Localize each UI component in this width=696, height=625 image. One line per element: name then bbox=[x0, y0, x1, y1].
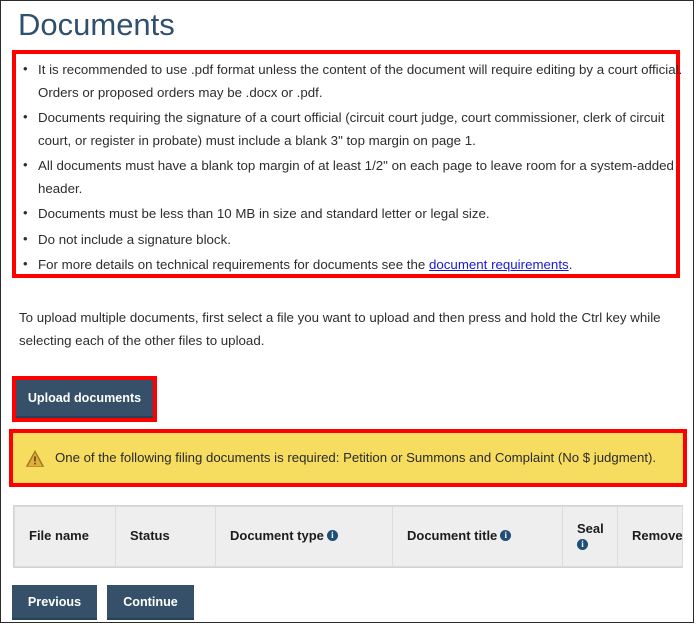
column-label: Document type bbox=[230, 528, 324, 543]
column-header-seal: Seal bbox=[562, 506, 618, 567]
column-label: File name bbox=[29, 528, 89, 543]
page-title: Documents bbox=[18, 7, 175, 42]
guideline-item: Documents must be less than 10 MB in siz… bbox=[23, 202, 692, 226]
column-header-document-type: Document type bbox=[215, 506, 393, 567]
column-label: Remove bbox=[632, 528, 683, 543]
guideline-item: Documents requiring the signature of a c… bbox=[23, 106, 692, 152]
previous-button[interactable]: Previous bbox=[12, 585, 97, 620]
info-icon[interactable] bbox=[326, 529, 338, 541]
column-header-document-title: Document title bbox=[392, 506, 563, 567]
column-label: Seal bbox=[577, 521, 604, 536]
warning-triangle-icon bbox=[25, 449, 45, 467]
upload-documents-button[interactable]: Upload documents bbox=[16, 380, 153, 418]
info-icon[interactable] bbox=[500, 529, 512, 541]
validation-warning-banner: One of the following filing documents is… bbox=[13, 433, 683, 483]
warning-message: One of the following filing documents is… bbox=[55, 450, 657, 465]
guideline-item: It is recommended to use .pdf format unl… bbox=[23, 58, 692, 104]
guideline-item: Do not include a signature block. bbox=[23, 228, 692, 252]
documents-table: File name Status Document type Document … bbox=[13, 505, 683, 568]
column-label: Status bbox=[130, 528, 170, 543]
info-icon[interactable] bbox=[577, 538, 588, 550]
column-header-file-name: File name bbox=[14, 506, 116, 567]
column-header-status: Status bbox=[115, 506, 216, 567]
table-header-row: File name Status Document type Document … bbox=[14, 506, 683, 567]
documents-table-header: File name Status Document type Document … bbox=[14, 506, 683, 567]
continue-button[interactable]: Continue bbox=[107, 585, 194, 620]
document-guidelines-list: It is recommended to use .pdf format unl… bbox=[19, 58, 692, 280]
guideline-item: All documents must have a blank top marg… bbox=[23, 154, 692, 200]
guideline-text: Documents requiring the signature of a c… bbox=[38, 110, 665, 148]
guideline-text: All documents must have a blank top marg… bbox=[38, 158, 674, 196]
documents-page: Documents It is recommended to use .pdf … bbox=[0, 0, 694, 623]
guideline-item: For more details on technical requiremen… bbox=[23, 253, 692, 277]
guideline-text: Documents must be less than 10 MB in siz… bbox=[38, 206, 490, 221]
multi-upload-instructions: To upload multiple documents, first sele… bbox=[19, 310, 661, 348]
guideline-text: Do not include a signature block. bbox=[38, 231, 231, 247]
guideline-text-suffix: . bbox=[568, 257, 573, 272]
guideline-text-prefix: For more details on technical requiremen… bbox=[38, 257, 429, 272]
guideline-text: It is recommended to use .pdf format unl… bbox=[38, 62, 683, 100]
document-requirements-link[interactable]: document requirements bbox=[429, 257, 569, 272]
column-label: Document title bbox=[407, 528, 498, 543]
column-header-remove: Remove bbox=[617, 506, 683, 567]
